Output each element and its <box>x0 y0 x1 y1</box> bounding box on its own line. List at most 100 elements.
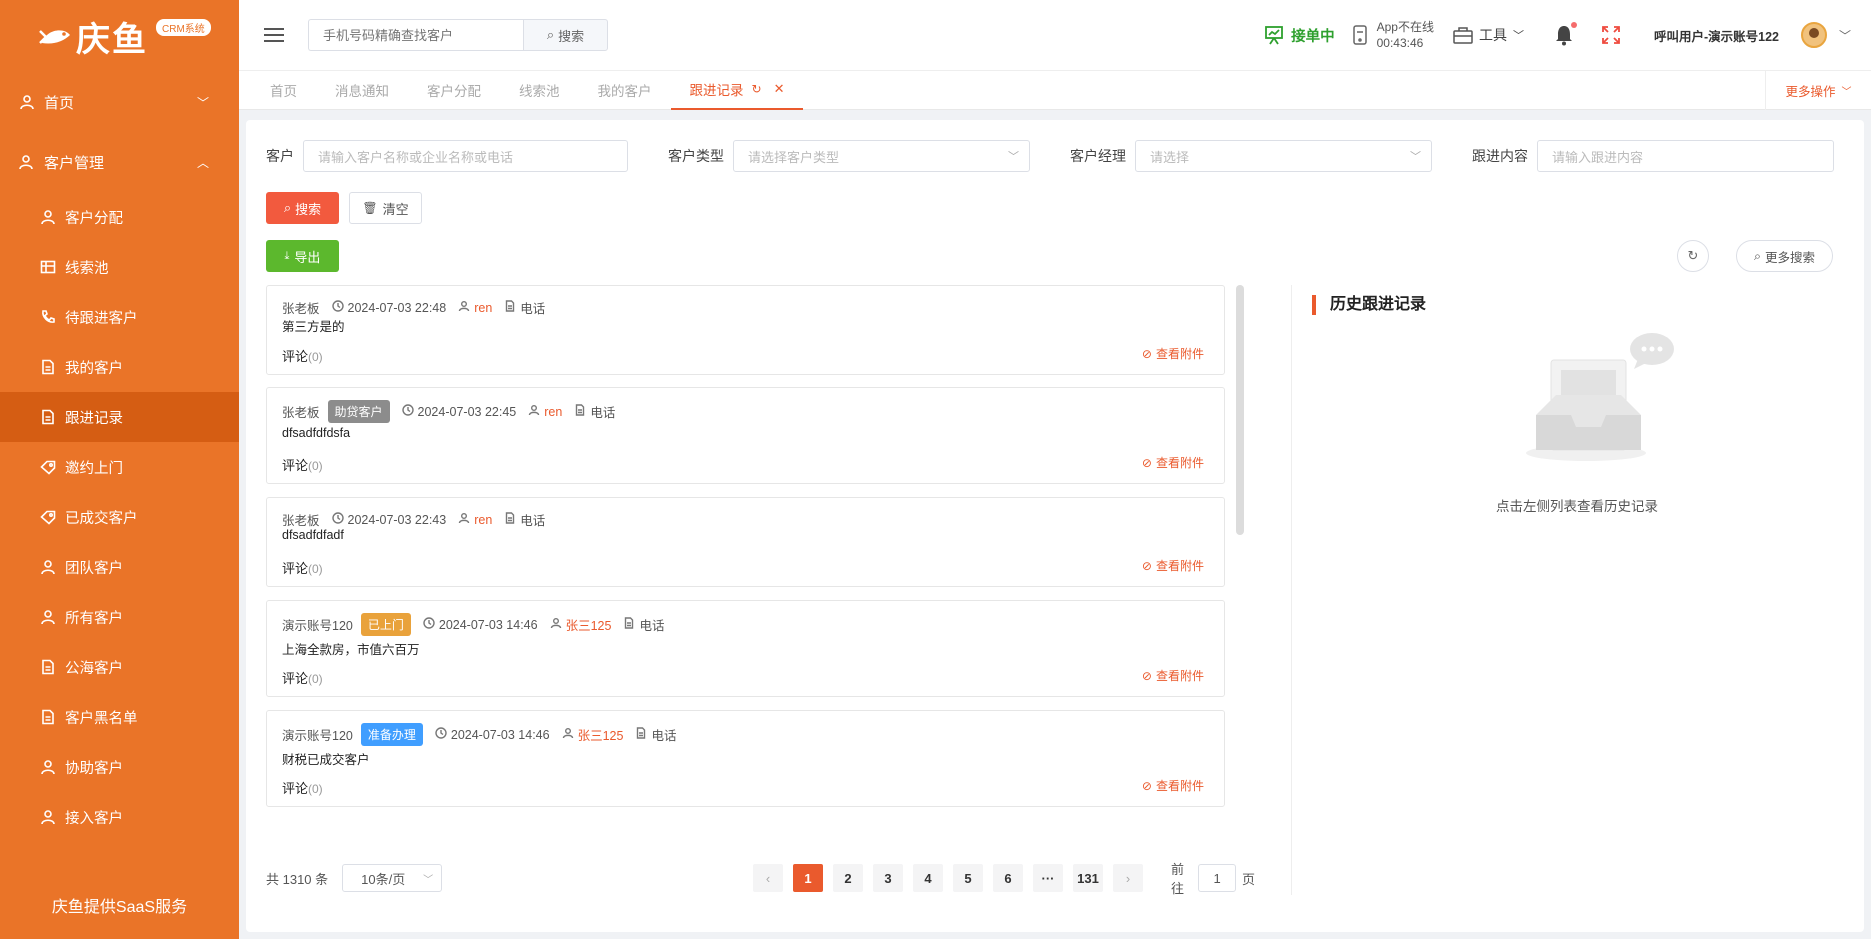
sidebar-item[interactable]: 我的客户 <box>0 342 239 392</box>
sidebar-item[interactable]: 待跟进客户 <box>0 292 239 342</box>
sidebar-item[interactable]: 所有客户 <box>0 592 239 642</box>
record-comments[interactable]: 评论(0) <box>282 346 323 365</box>
fullscreen-icon[interactable] <box>1602 26 1620 44</box>
table-icon <box>40 259 56 275</box>
sidebar-item[interactable]: 邀约上门 <box>0 442 239 492</box>
comment-label: 评论 <box>282 671 309 686</box>
record-card[interactable]: 演示账号120 准备办理 2024-07-03 14:46 张三125 电话 财税已成交客… <box>266 710 1225 807</box>
refresh-icon[interactable]: ↻ <box>752 82 762 96</box>
next-page-button[interactable]: › <box>1113 864 1143 892</box>
sidebar-item-label: 客户分配 <box>65 210 123 227</box>
sidebar-item[interactable]: 团队客户 <box>0 542 239 592</box>
record-manager-value: ren <box>474 300 493 315</box>
page-button[interactable]: 6 <box>993 864 1023 892</box>
record-time-value: 2024-07-03 14:46 <box>450 727 550 742</box>
view-attachment-link[interactable]: ⊘ 查看附件 <box>1142 454 1204 471</box>
logo-badge: CRM系统 <box>156 18 211 36</box>
sidebar-item-label: 客户管理 <box>44 154 105 172</box>
page-size-select[interactable]: 10条/页 ﹀ <box>342 864 443 892</box>
content-filter-input[interactable]: 请输入跟进内容 <box>1537 140 1834 172</box>
type-filter-select[interactable]: 请选择客户类型 ﹀ <box>733 140 1030 172</box>
prev-page-button[interactable]: ‹ <box>753 864 783 892</box>
tab[interactable]: 首页 <box>251 71 316 110</box>
record-card[interactable]: 演示账号120 已上门 2024-07-03 14:46 张三125 电话 上海全款房，市… <box>266 600 1225 697</box>
tab[interactable]: 客户分配 <box>408 71 500 110</box>
record-customer: 张老板 <box>282 302 320 316</box>
record-card[interactable]: 张老板 助贷客户 2024-07-03 22:45 ren 电话 dfsadfdfdsfa… <box>266 387 1225 484</box>
sidebar-item-customer-management[interactable]: 客户管理 ︿ <box>0 132 239 192</box>
record-customer: 演示账号120 <box>282 729 353 743</box>
record-comments[interactable]: 评论(0) <box>282 558 323 577</box>
menu-toggle-icon[interactable] <box>264 28 284 42</box>
record-card[interactable]: 张老板 2024-07-03 22:43 ren 电话 dfsadfdfadf 评论(0)… <box>266 497 1225 587</box>
tab[interactable]: 我的客户 <box>579 71 671 110</box>
view-attachment-link[interactable]: ⊘ 查看附件 <box>1142 345 1204 362</box>
refresh-button[interactable]: ↻ <box>1677 240 1709 272</box>
chevron-down-icon[interactable]: ﹀ <box>1839 27 1851 44</box>
document-icon <box>623 617 639 632</box>
tab[interactable]: 线索池 <box>500 71 579 110</box>
more-operations-button[interactable]: 更多操作 ﹀ <box>1765 71 1871 110</box>
chevron-down-icon: ﹀ <box>1410 151 1421 163</box>
sidebar-item[interactable]: 客户黑名单 <box>0 692 239 742</box>
user-icon <box>40 209 56 225</box>
record-method: 电话 <box>623 615 664 634</box>
sidebar-item[interactable]: 协助客户 <box>0 742 239 792</box>
close-icon[interactable]: ✕ <box>774 81 785 97</box>
record-header: 张老板 2024-07-03 22:43 ren 电话 <box>282 510 545 529</box>
search-button[interactable]: ⌕ 搜索 <box>266 192 339 224</box>
comment-label: 评论 <box>282 458 309 473</box>
sidebar-item[interactable]: 跟进记录 <box>0 392 239 442</box>
page-button[interactable]: 5 <box>953 864 983 892</box>
tab[interactable]: 消息通知 <box>316 71 408 110</box>
phone-search-input[interactable] <box>308 19 523 51</box>
top-search-label: 搜索 <box>558 28 585 44</box>
record-card[interactable]: 张老板 2024-07-03 22:48 ren 电话 第三方是的 评论(0) ⊘ 查看附件 <box>266 285 1225 375</box>
comment-count: (0) <box>308 782 323 796</box>
view-attachment-label: 查看附件 <box>1155 669 1204 683</box>
page-button[interactable]: ··· <box>1033 864 1063 892</box>
page-button[interactable]: 3 <box>873 864 903 892</box>
sidebar-item[interactable]: 公海客户 <box>0 642 239 692</box>
record-time: 2024-07-03 14:46 <box>435 727 550 742</box>
goto-page-input[interactable]: 1 <box>1198 864 1237 892</box>
record-header: 张老板 助贷客户 2024-07-03 22:45 ren 电话 <box>282 400 615 423</box>
avatar[interactable] <box>1800 22 1827 48</box>
document-icon <box>40 709 56 725</box>
accept-status-toggle[interactable]: 接单中 <box>1263 24 1335 46</box>
manager-filter-select[interactable]: 请选择 ﹀ <box>1135 140 1432 172</box>
sidebar-item[interactable]: 线索池 <box>0 242 239 292</box>
user-name[interactable]: 呼叫用户-演示账号122 <box>1654 26 1779 45</box>
more-search-button[interactable]: ⌕ 更多搜索 <box>1736 240 1833 272</box>
view-attachment-link[interactable]: ⊘ 查看附件 <box>1142 667 1204 684</box>
record-method: 电话 <box>635 725 676 744</box>
list-scrollbar[interactable] <box>1236 285 1244 535</box>
sidebar-item[interactable]: 接入客户 <box>0 792 239 842</box>
record-comments[interactable]: 评论(0) <box>282 778 323 797</box>
clear-button[interactable]: 🗑 清空 <box>349 192 422 224</box>
tab[interactable]: 跟进记录 ↻ ✕ <box>670 71 804 110</box>
user-group-icon <box>19 154 35 170</box>
record-comments[interactable]: 评论(0) <box>282 455 323 474</box>
sidebar-item-home[interactable]: 首页 ﹀ <box>0 72 239 132</box>
page-list: ‹ 1 2 3 4 5 6 ··· 131 › <box>753 864 1143 892</box>
manager-filter-placeholder: 请选择 <box>1150 149 1190 165</box>
page-button[interactable]: 4 <box>913 864 943 892</box>
customer-filter-input[interactable]: 请输入客户名称或企业名称或电话 <box>303 140 628 172</box>
record-comments[interactable]: 评论(0) <box>282 668 323 687</box>
tools-menu[interactable]: 工具 ﹀ <box>1452 25 1524 45</box>
view-attachment-link[interactable]: ⊘ 查看附件 <box>1142 557 1204 574</box>
type-filter-placeholder: 请选择客户类型 <box>748 149 840 165</box>
trash-icon: 🗑 <box>362 201 378 215</box>
page-button[interactable]: 2 <box>833 864 863 892</box>
view-attachment-link[interactable]: ⊘ 查看附件 <box>1142 777 1204 794</box>
notification-bell-icon[interactable] <box>1554 22 1577 46</box>
record-manager-value: 张三125 <box>565 619 612 633</box>
export-button[interactable]: ⤓ 导出 <box>266 240 339 272</box>
top-search-button[interactable]: ⌕ 搜索 <box>523 19 608 51</box>
sidebar-item[interactable]: 客户分配 <box>0 192 239 242</box>
page-button[interactable]: 1 <box>793 864 823 892</box>
page-button[interactable]: 131 <box>1073 864 1103 892</box>
sidebar-item[interactable]: 已成交客户 <box>0 492 239 542</box>
app-status: App不在线 00:43:46 <box>1351 19 1434 51</box>
